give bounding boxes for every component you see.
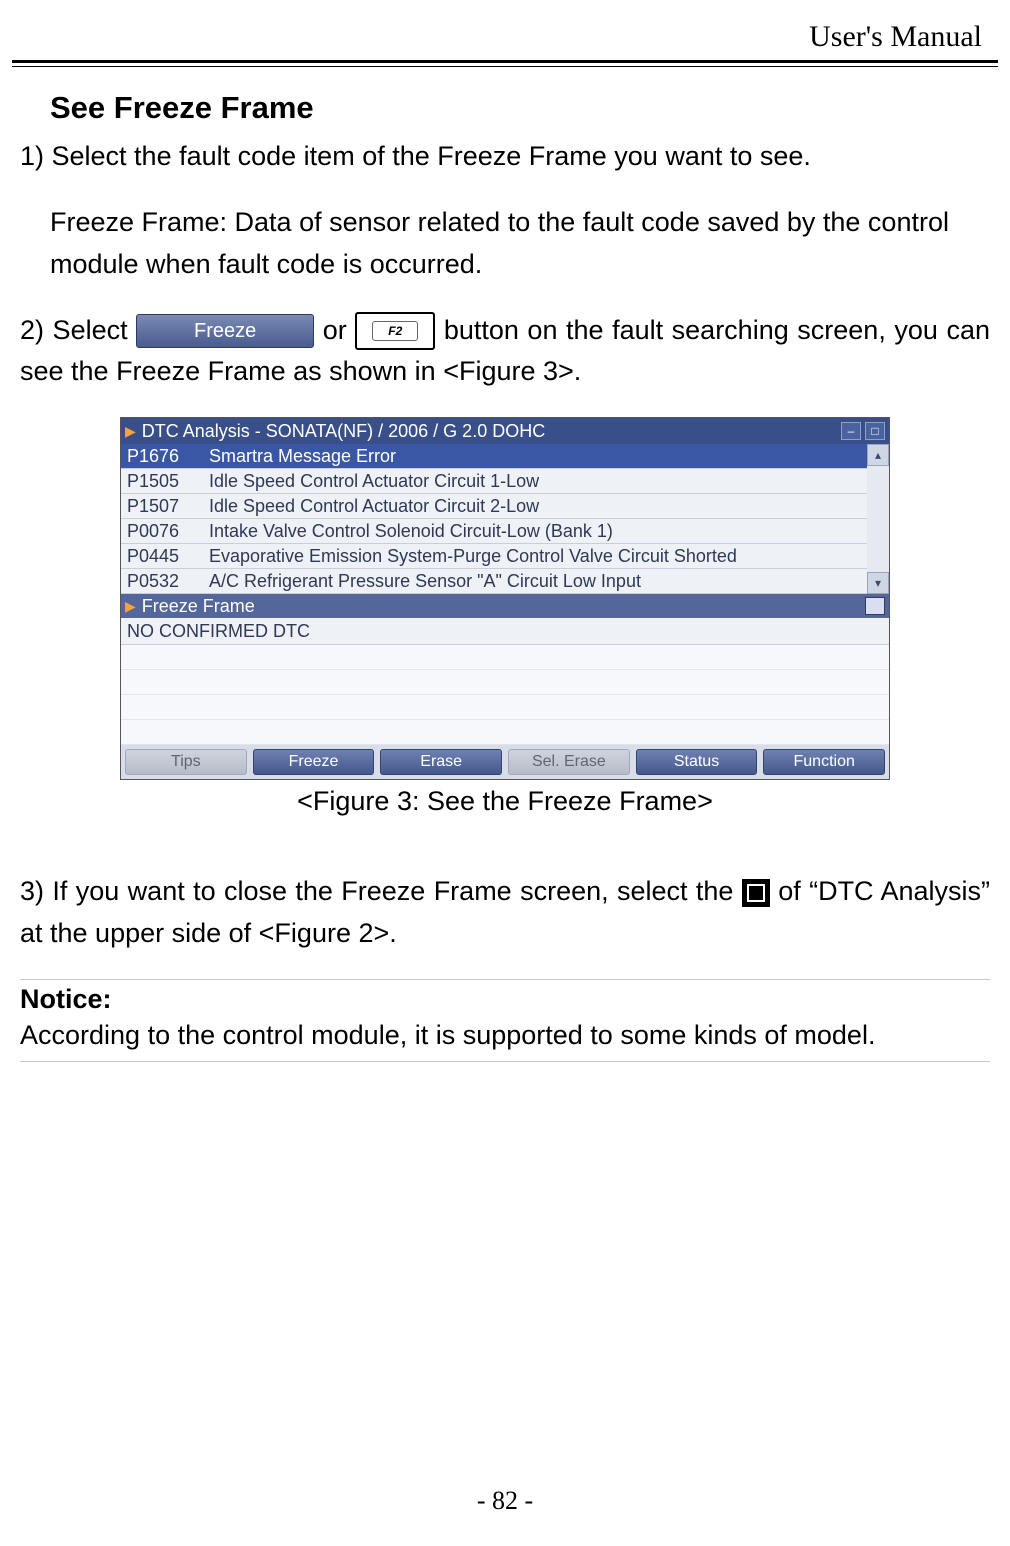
- table-row[interactable]: P0445 Evaporative Emission System-Purge …: [121, 544, 867, 569]
- header-rule-thin: [12, 66, 998, 67]
- freeze-button[interactable]: Freeze: [136, 314, 314, 348]
- freeze-frame-subbar: ▶ Freeze Frame: [121, 594, 889, 618]
- maximize-square-icon[interactable]: [742, 879, 770, 907]
- titlebar-minimize-icon[interactable]: –: [841, 422, 861, 440]
- dtc-code: P1676: [121, 446, 205, 467]
- f2-label: F2: [372, 321, 418, 341]
- scroll-down-icon[interactable]: ▾: [867, 572, 889, 594]
- step-1: 1) Select the fault code item of the Fre…: [20, 136, 990, 178]
- table-row[interactable]: P1676 Smartra Message Error: [121, 444, 867, 469]
- notice-rule-top: [20, 979, 990, 980]
- step-3: 3) If you want to close the Freeze Frame…: [20, 871, 990, 955]
- step-2-text-mid: or: [323, 315, 356, 345]
- section-heading: See Freeze Frame: [50, 90, 990, 126]
- blank-row: [121, 645, 889, 670]
- dtc-desc: Evaporative Emission System-Purge Contro…: [205, 546, 867, 567]
- titlebar-maximize-icon[interactable]: □: [865, 422, 885, 440]
- dtc-screenshot: ▶ DTC Analysis - SONATA(NF) / 2006 / G 2…: [120, 417, 890, 780]
- header-rule-thick: [12, 60, 998, 63]
- screenshot-titlebar: ▶ DTC Analysis - SONATA(NF) / 2006 / G 2…: [121, 418, 889, 444]
- dtc-code: P0532: [121, 571, 205, 592]
- notice-text: According to the control module, it is s…: [20, 1015, 990, 1057]
- status-button[interactable]: Status: [636, 749, 758, 775]
- scrollbar[interactable]: ▴ ▾: [867, 444, 889, 594]
- function-button[interactable]: Function: [763, 749, 885, 775]
- dtc-code: P1507: [121, 496, 205, 517]
- dtc-list: P1676 Smartra Message Error P1505 Idle S…: [121, 444, 867, 594]
- dtc-code: P0445: [121, 546, 205, 567]
- screenshot-title: DTC Analysis - SONATA(NF) / 2006 / G 2.0…: [142, 421, 545, 442]
- dtc-code: P1505: [121, 471, 205, 492]
- table-row[interactable]: P1505 Idle Speed Control Actuator Circui…: [121, 469, 867, 494]
- freeze-frame-subtitle: Freeze Frame: [142, 596, 255, 617]
- figure-3-caption: <Figure 3: See the Freeze Frame>: [20, 786, 990, 817]
- titlebar-arrow-icon: ▶: [125, 423, 136, 440]
- blank-row: [121, 720, 889, 745]
- step-2-number: 2): [20, 315, 44, 345]
- step-2: 2) Select Freeze or F2 button on the fau…: [20, 310, 990, 394]
- f2-button[interactable]: F2: [355, 312, 435, 350]
- dtc-desc: Intake Valve Control Solenoid Circuit-Lo…: [205, 521, 867, 542]
- header-title: User's Manual: [809, 20, 982, 54]
- blank-row: [121, 695, 889, 720]
- step-1-number: 1): [20, 141, 44, 171]
- step-3-text-before: If you want to close the Freeze Frame sc…: [44, 876, 742, 906]
- erase-button[interactable]: Erase: [380, 749, 502, 775]
- table-row[interactable]: P0532 A/C Refrigerant Pressure Sensor "A…: [121, 569, 867, 594]
- table-row[interactable]: P0076 Intake Valve Control Solenoid Circ…: [121, 519, 867, 544]
- dtc-desc: Smartra Message Error: [205, 446, 867, 467]
- step-3-number: 3): [20, 876, 44, 906]
- freeze-frame-definition: Freeze Frame: Data of sensor related to …: [50, 202, 990, 286]
- notice-label: Notice:: [20, 984, 990, 1015]
- freeze-footer-button[interactable]: Freeze: [253, 749, 375, 775]
- notice-rule-bottom: [20, 1061, 990, 1062]
- dtc-code: P0076: [121, 521, 205, 542]
- dtc-desc: A/C Refrigerant Pressure Sensor "A" Circ…: [205, 571, 867, 592]
- subbar-arrow-icon: ▶: [125, 598, 136, 615]
- tips-button[interactable]: Tips: [125, 749, 247, 775]
- subbar-maximize-icon[interactable]: [865, 597, 885, 615]
- dtc-desc: Idle Speed Control Actuator Circuit 2-Lo…: [205, 496, 867, 517]
- step-1-text: Select the fault code item of the Freeze…: [44, 141, 811, 171]
- scroll-up-icon[interactable]: ▴: [867, 444, 889, 466]
- no-confirmed-dtc: NO CONFIRMED DTC: [121, 618, 889, 645]
- table-row[interactable]: P1507 Idle Speed Control Actuator Circui…: [121, 494, 867, 519]
- step-2-text-before: Select: [44, 315, 136, 345]
- sel-erase-button[interactable]: Sel. Erase: [508, 749, 630, 775]
- page-number: - 82 -: [0, 1486, 1010, 1516]
- screenshot-footer: Tips Freeze Erase Sel. Erase Status Func…: [121, 745, 889, 779]
- dtc-desc: Idle Speed Control Actuator Circuit 1-Lo…: [205, 471, 867, 492]
- blank-row: [121, 670, 889, 695]
